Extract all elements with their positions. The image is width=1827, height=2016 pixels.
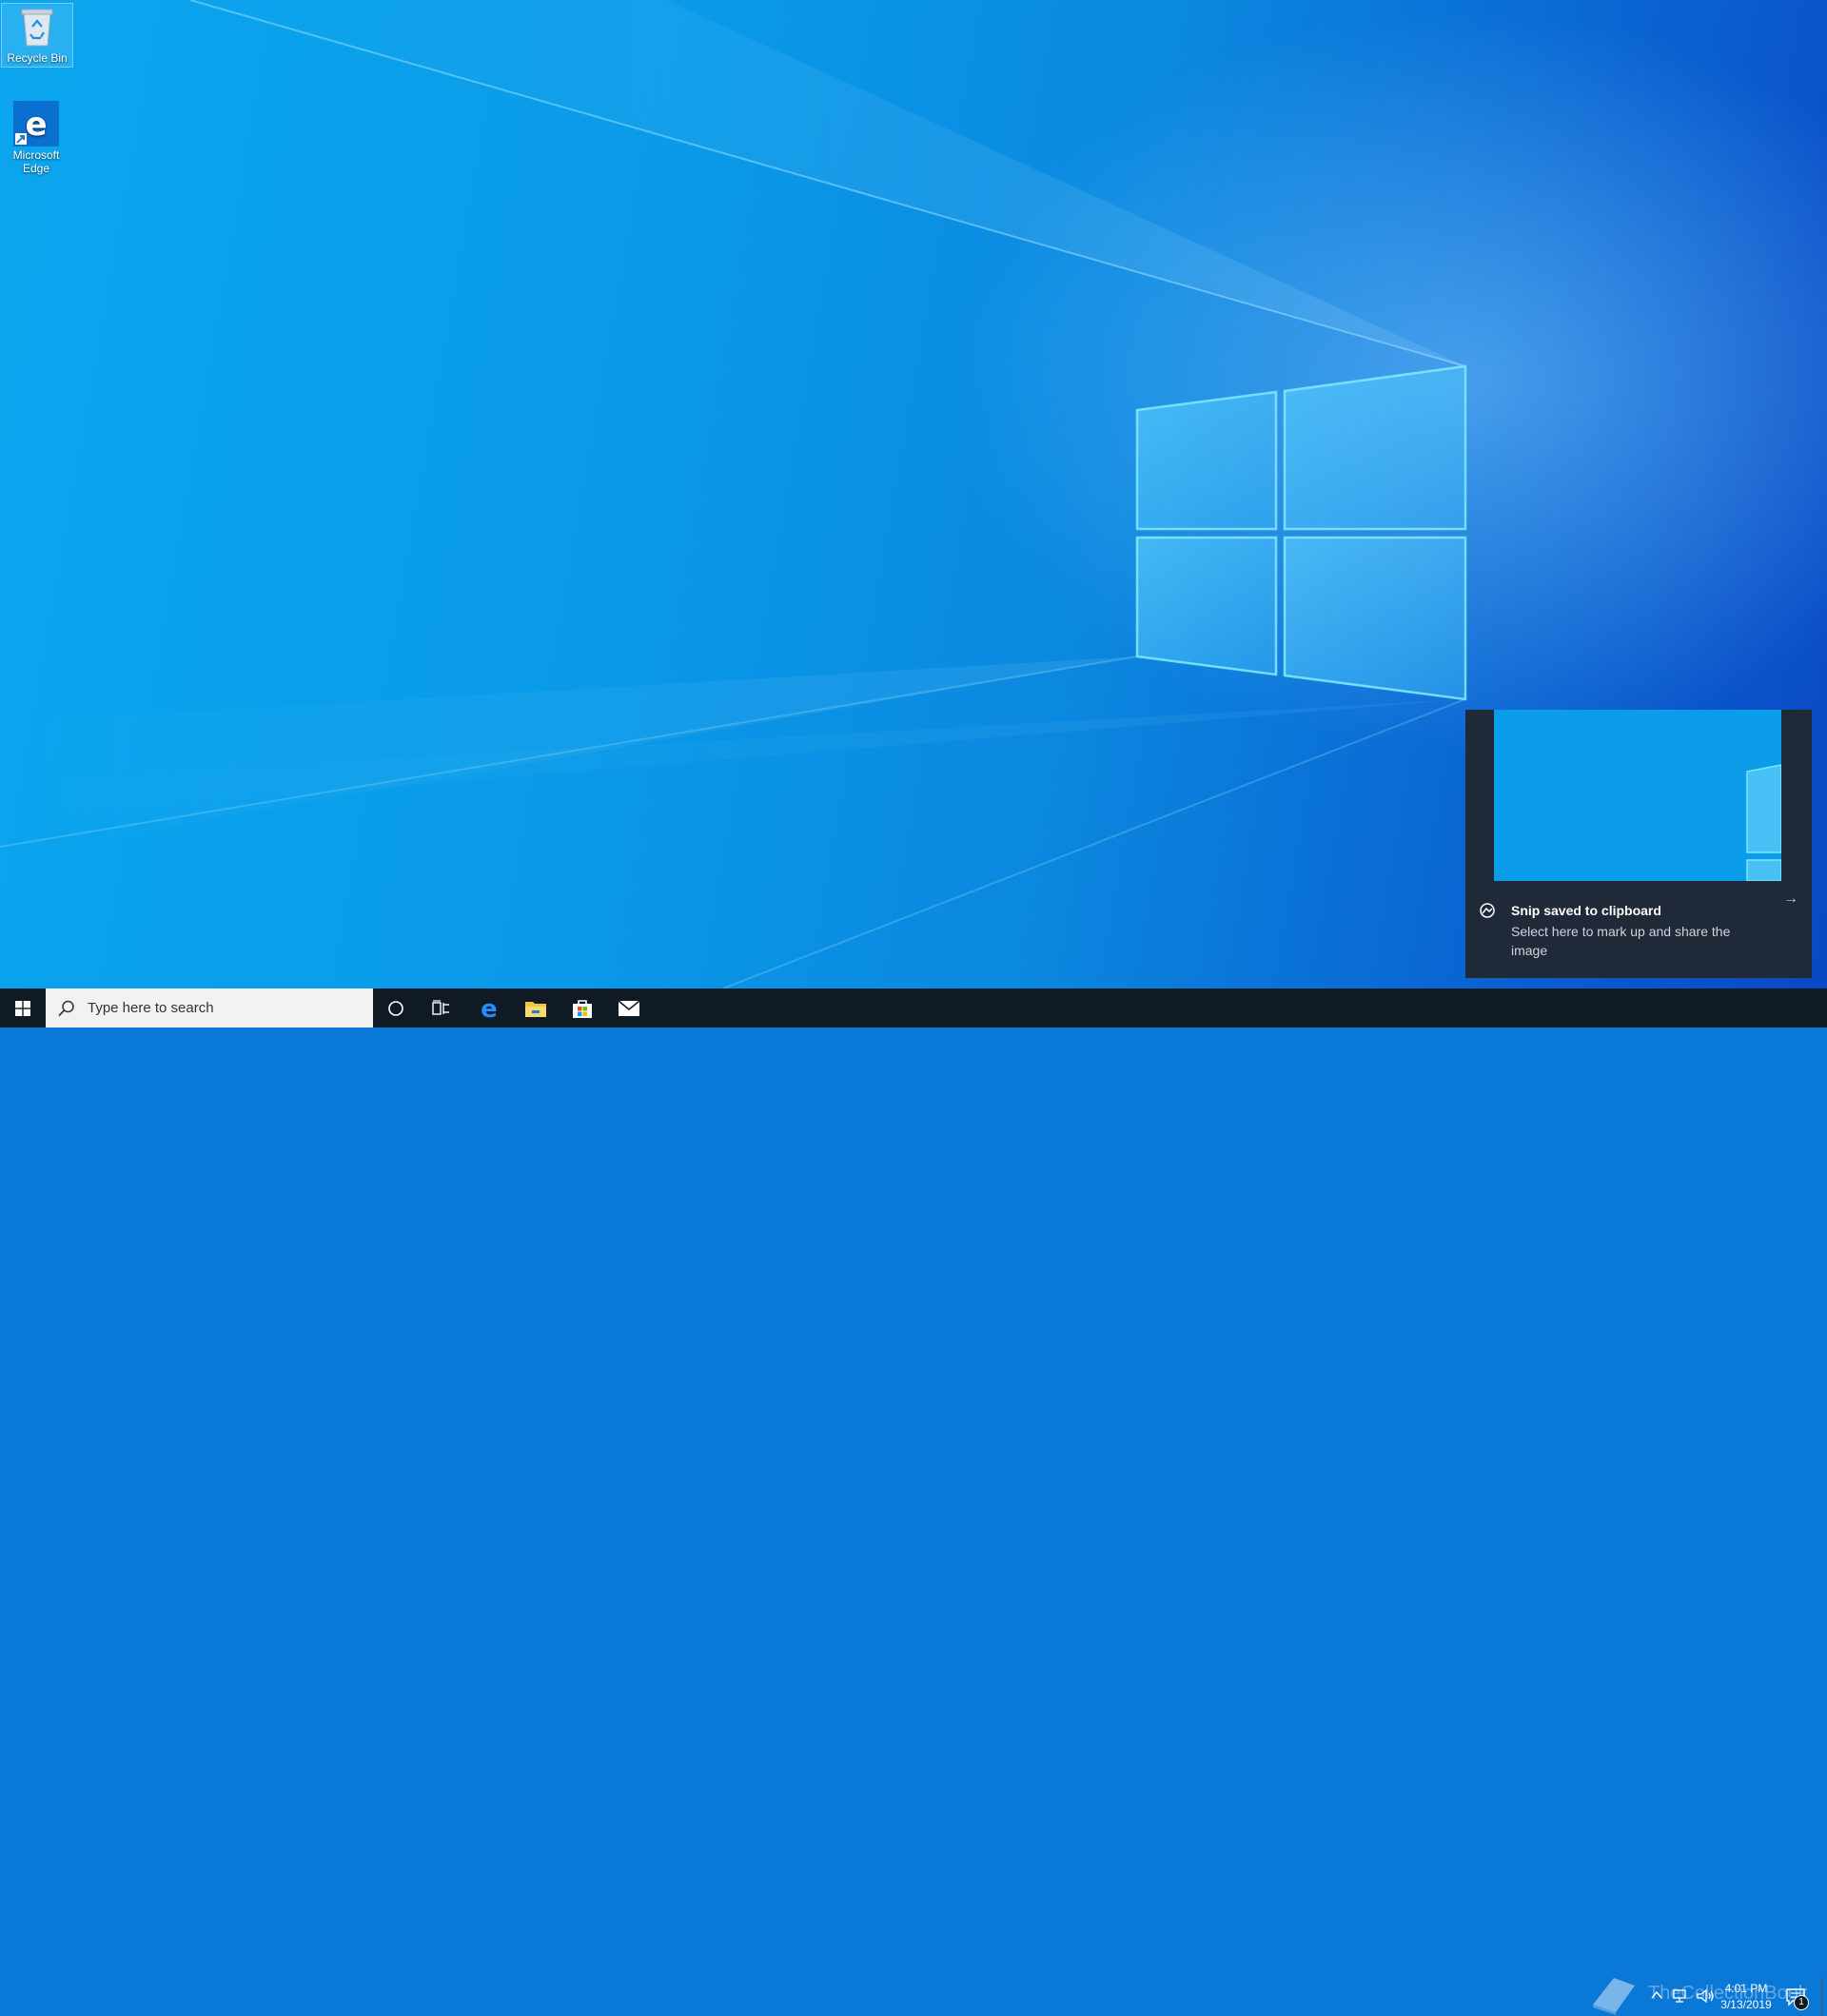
snip-sketch-icon bbox=[1479, 903, 1496, 918]
windows-logo-glow bbox=[1135, 364, 1467, 701]
edge-desktop-icon[interactable]: e Microsoft Edge bbox=[1, 101, 71, 175]
svg-text:e: e bbox=[481, 997, 498, 1020]
mail-icon bbox=[618, 999, 640, 1016]
mail-button[interactable] bbox=[606, 988, 652, 1028]
network-icon[interactable] bbox=[1671, 1987, 1688, 2005]
desktop-icon-label: Microsoft Edge bbox=[12, 148, 60, 175]
snip-notification[interactable]: → Snip saved to clipboard Select here to… bbox=[1465, 710, 1812, 978]
notification-title: Snip saved to clipboard bbox=[1511, 903, 1661, 918]
svg-text:e: e bbox=[25, 106, 47, 144]
arrow-right-icon[interactable]: → bbox=[1783, 891, 1798, 908]
clock-time: 4:01 PM bbox=[1724, 1982, 1768, 1995]
show-desktop-button[interactable] bbox=[1821, 1977, 1827, 2016]
search-icon bbox=[58, 1000, 74, 1016]
cortana-button[interactable] bbox=[373, 988, 419, 1028]
start-button[interactable] bbox=[0, 988, 46, 1028]
taskbar-search-box[interactable]: Type here to search bbox=[46, 988, 373, 1028]
system-clock[interactable]: 4:01 PM 3/13/2019 bbox=[1713, 1981, 1779, 2013]
chevron-up-icon[interactable] bbox=[1650, 1988, 1663, 2002]
cortana-icon bbox=[388, 1000, 403, 1016]
task-view-button[interactable] bbox=[419, 988, 464, 1028]
task-view-icon bbox=[432, 999, 449, 1015]
store-button[interactable] bbox=[560, 988, 605, 1028]
recycle-bin-icon bbox=[14, 4, 60, 49]
edge-taskbar-button[interactable]: e bbox=[466, 988, 512, 1028]
notification-body: Select here to mark up and share the ima… bbox=[1511, 924, 1731, 958]
windows-logo-icon bbox=[15, 1000, 30, 1016]
notification-count-badge: 1 bbox=[1794, 1995, 1809, 2010]
search-placeholder: Type here to search bbox=[88, 1000, 214, 1016]
recycle-bin-desktop-icon[interactable]: Recycle Bin bbox=[1, 3, 73, 68]
desktop-icon-label: Recycle Bin bbox=[7, 51, 68, 65]
edge-icon: e bbox=[13, 101, 59, 147]
snip-preview-image[interactable] bbox=[1494, 710, 1781, 881]
volume-icon[interactable] bbox=[1696, 1987, 1715, 2005]
taskbar: Type here to search e TheCollectionBook … bbox=[0, 988, 1827, 2016]
file-explorer-icon bbox=[525, 1001, 546, 1017]
book-logo-icon bbox=[1593, 1978, 1635, 2015]
file-explorer-button[interactable] bbox=[513, 988, 559, 1028]
clock-date: 3/13/2019 bbox=[1720, 1998, 1772, 2011]
desktop-background: Recycle Bin e Microsoft Edge → Snip save… bbox=[0, 0, 1827, 988]
store-icon bbox=[573, 999, 592, 1018]
edge-icon: e bbox=[481, 997, 498, 1020]
